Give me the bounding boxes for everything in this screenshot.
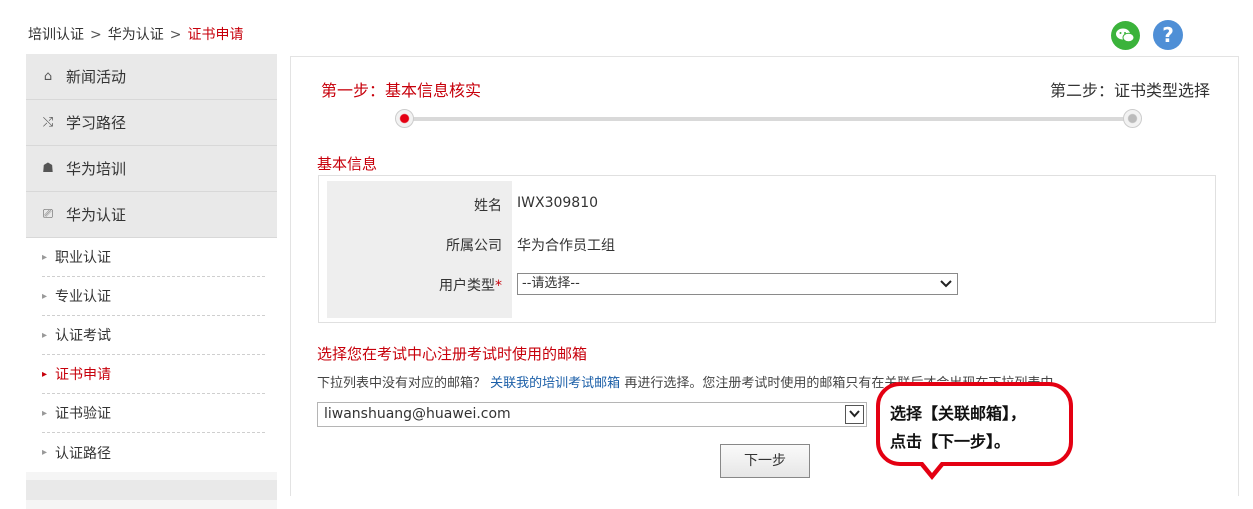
sidebar-subitem-cert-path[interactable]: ▸ 认证路径 bbox=[42, 433, 265, 472]
wechat-icon[interactable] bbox=[1111, 21, 1140, 50]
email-hint-prefix: 下拉列表中没有对应的邮箱？ bbox=[317, 376, 487, 391]
user-type-select[interactable]: --请选择-- bbox=[517, 273, 958, 295]
user-type-label-wrap: 用户类型* bbox=[439, 275, 502, 295]
sidebar-subitem-label: 认证考试 bbox=[55, 328, 112, 344]
name-label: 姓名 bbox=[474, 198, 502, 214]
sidebar-item-label: 华为认证 bbox=[66, 206, 127, 224]
sidebar-subitem-label: 认证路径 bbox=[55, 445, 112, 462]
basic-info-box: 姓名 IWX309810 所属公司 华为合作员工组 用户类型* --请选择-- bbox=[318, 175, 1216, 323]
sidebar-item-label: 新闻活动 bbox=[66, 68, 127, 86]
sidebar-item-label: 学习路径 bbox=[66, 114, 127, 132]
email-select[interactable]: liwanshuang@huawei.com bbox=[317, 402, 867, 427]
triangle-right-icon: ▸ bbox=[42, 329, 48, 341]
trainer-icon: ☗ bbox=[42, 161, 54, 176]
step-two-dot-icon bbox=[1123, 109, 1142, 128]
sidebar-item-huawei-training[interactable]: ☗ 华为培训 bbox=[26, 146, 277, 192]
callout-line-2: 点击【下一步】。 bbox=[890, 432, 1011, 451]
email-section-title: 选择您在考试中心注册考试时使用的邮箱 bbox=[317, 345, 588, 363]
monitor-icon: ⎚ bbox=[42, 207, 54, 222]
breadcrumb-item-training[interactable]: 培训认证 bbox=[28, 27, 84, 43]
sidebar-subitem-career-cert[interactable]: ▸ 职业认证 bbox=[42, 238, 265, 277]
callout-tail-inner bbox=[923, 462, 941, 473]
required-mark: * bbox=[495, 278, 502, 294]
breadcrumb: 培训认证 > 华为认证 > 证书申请 bbox=[28, 24, 243, 44]
sidebar-item-news[interactable]: ⌂ 新闻活动 bbox=[26, 54, 277, 100]
company-label: 所属公司 bbox=[446, 238, 502, 254]
sidebar-subitem-label: 证书申请 bbox=[55, 367, 112, 383]
main-content: 第一步：基本信息核实 第二步：证书类型选择 基本信息 姓名 IWX309810 … bbox=[290, 56, 1239, 496]
triangle-right-icon: ▸ bbox=[42, 251, 48, 263]
triangle-right-icon: ▸ bbox=[42, 447, 48, 458]
user-type-selected: --请选择-- bbox=[522, 276, 580, 291]
sidebar-item-huawei-certification[interactable]: ⎚ 华为认证 bbox=[26, 192, 277, 238]
triangle-right-icon: ▸ bbox=[42, 290, 48, 302]
sidebar-subitem-label: 证书验证 bbox=[55, 406, 112, 422]
sidebar-subitem-label: 职业认证 bbox=[55, 250, 112, 266]
progress-track bbox=[405, 117, 1137, 121]
triangle-right-icon: ▸ bbox=[42, 368, 48, 380]
sidebar-bottom-item bbox=[26, 480, 277, 500]
sidebar-item-label: 华为培训 bbox=[66, 160, 127, 178]
sidebar-subitem-label: 专业认证 bbox=[55, 289, 112, 305]
company-value: 华为合作员工组 bbox=[517, 238, 615, 254]
chevron-down-icon bbox=[939, 275, 953, 299]
basic-info-title: 基本信息 bbox=[317, 155, 378, 173]
step-one-dot-icon bbox=[395, 109, 414, 128]
top-bar: 培训认证 > 华为认证 > 证书申请 ? bbox=[0, 0, 1253, 56]
step-two-label: 第二步：证书类型选择 bbox=[1049, 81, 1210, 100]
email-selected: liwanshuang@huawei.com bbox=[324, 406, 511, 422]
sidebar-subitem-professional-cert[interactable]: ▸ 专业认证 bbox=[42, 277, 265, 316]
sidebar-submenu: ▸ 职业认证 ▸ 专业认证 ▸ 认证考试 ▸ 证书申请 ▸ 证书验证 ▸ 认证路径 bbox=[26, 238, 277, 472]
home-icon: ⌂ bbox=[43, 69, 53, 84]
sidebar-item-learning-path[interactable]: ⤭ 学习路径 bbox=[26, 100, 277, 146]
breadcrumb-separator: > bbox=[169, 27, 182, 43]
callout-line-1: 选择【关联邮箱】， bbox=[890, 404, 1027, 423]
step-one-label: 第一步：基本信息核实 bbox=[321, 81, 482, 100]
name-value: IWX309810 bbox=[517, 195, 599, 211]
breadcrumb-item-certification[interactable]: 华为认证 bbox=[108, 27, 164, 43]
triangle-right-icon: ▸ bbox=[42, 407, 48, 419]
sidebar-subitem-cert-apply[interactable]: ▸ 证书申请 bbox=[42, 355, 265, 394]
path-icon: ⤭ bbox=[42, 115, 54, 130]
sidebar-subitem-cert-verify[interactable]: ▸ 证书验证 bbox=[42, 394, 265, 433]
chevron-down-icon bbox=[845, 405, 864, 424]
sidebar-subitem-cert-exam[interactable]: ▸ 认证考试 bbox=[42, 316, 265, 355]
user-type-label: 用户类型 bbox=[439, 278, 495, 294]
breadcrumb-current: 证书申请 bbox=[187, 27, 244, 43]
breadcrumb-separator: > bbox=[90, 27, 102, 43]
next-step-button[interactable]: 下一步 bbox=[720, 444, 810, 478]
instruction-callout: 选择【关联邮箱】， 点击【下一步】。 bbox=[876, 382, 1073, 466]
link-email-link[interactable]: 关联我的培训考试邮箱 bbox=[490, 376, 620, 391]
help-icon[interactable]: ? bbox=[1153, 20, 1183, 50]
sidebar: ⌂ 新闻活动 ⤭ 学习路径 ☗ 华为培训 ⎚ 华为认证 ▸ 职业认证 ▸ 专业认证 … bbox=[26, 54, 277, 509]
